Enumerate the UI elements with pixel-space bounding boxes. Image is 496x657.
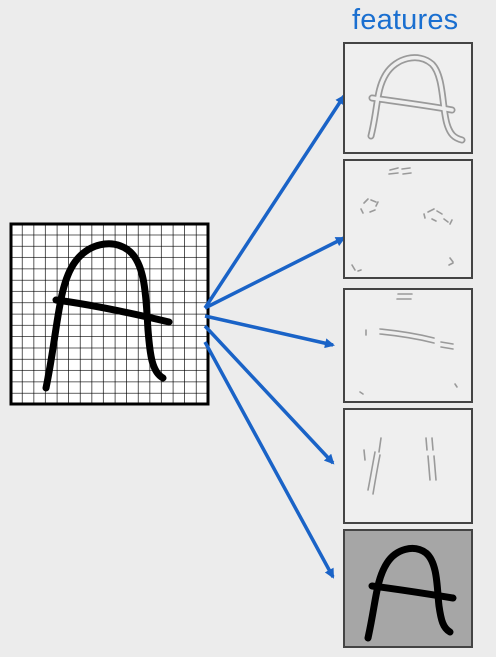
feature-panel-edge-outline: [343, 42, 473, 154]
arrow-5: [203, 341, 335, 579]
feature-panel-horizontal-strokes: [343, 288, 473, 403]
arrow-3: [204, 314, 335, 349]
arrow-2: [204, 236, 346, 310]
input-image: [9, 222, 210, 406]
feature-panel-corner-dots: [343, 159, 473, 279]
feature-diagram: [9, 42, 473, 648]
arrows: [203, 94, 346, 579]
arrow-1: [203, 94, 346, 309]
arrow-4: [203, 324, 335, 465]
feature-panel-vertical-strokes: [343, 408, 473, 524]
feature-panel-full-glyph: [343, 529, 473, 648]
